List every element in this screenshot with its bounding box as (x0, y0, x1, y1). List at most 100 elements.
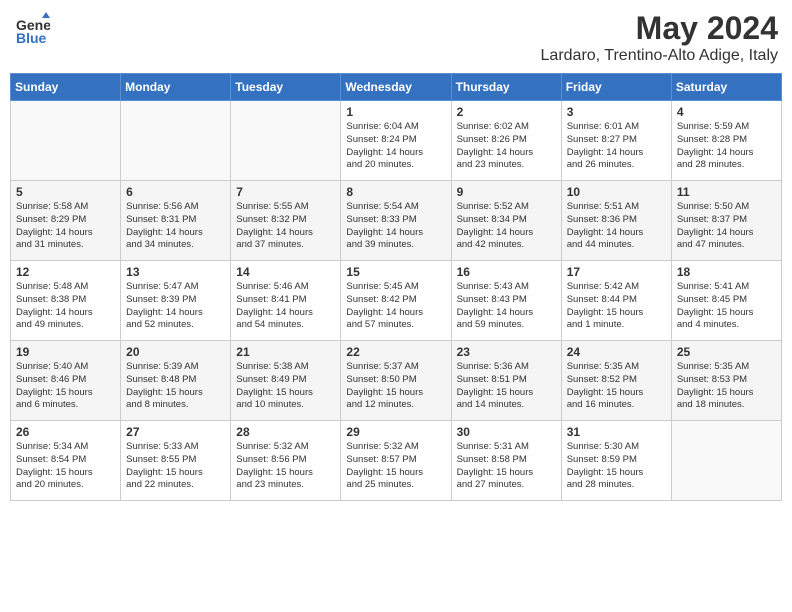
calendar-cell: 6Sunrise: 5:56 AM Sunset: 8:31 PM Daylig… (121, 181, 231, 261)
calendar-cell: 15 Sunrise: 5:45 AM Sunset: 8:42 PM Dayli… (341, 261, 451, 341)
calendar-table: SundayMondayTuesdayWednesdayThursdayFrid… (10, 73, 782, 501)
calendar-cell: 28 Sunrise: 5:32 AM Sunset: 8:56 PM Dayli… (231, 421, 341, 501)
day-number: 8 (346, 185, 445, 199)
weekday-header: Friday (561, 74, 671, 101)
cell-content: Sunrise: 6:01 AM Sunset: 8:27 PM Dayligh… (567, 121, 666, 172)
cell-content: Sunrise: 5:40 AM Sunset: 8:46 PM Dayligh… (16, 361, 115, 412)
calendar-cell: 10 Sunrise: 5:51 AM Sunset: 8:36 PM Dayli… (561, 181, 671, 261)
calendar-cell: 17 Sunrise: 5:42 AM Sunset: 8:44 PM Dayli… (561, 261, 671, 341)
day-number: 12 (16, 265, 115, 279)
calendar-cell: 20 Sunrise: 5:39 AM Sunset: 8:48 PM Dayli… (121, 341, 231, 421)
svg-text:Blue: Blue (16, 30, 47, 46)
cell-content: Sunrise: 5:32 AM Sunset: 8:57 PM Dayligh… (346, 441, 445, 492)
cell-content: Sunrise: 5:58 AM Sunset: 8:29 PM Dayligh… (16, 201, 115, 252)
cell-content: Sunrise: 5:54 AM Sunset: 8:33 PM Dayligh… (346, 201, 445, 252)
day-number: 2 (457, 105, 556, 119)
cell-content: Sunrise: 6:04 AM Sunset: 8:24 PM Dayligh… (346, 121, 445, 172)
location-title: Lardaro, Trentino-Alto Adige, Italy (541, 47, 778, 65)
day-number: 1 (346, 105, 445, 119)
calendar-cell: 25 Sunrise: 5:35 AM Sunset: 8:53 PM Dayli… (671, 341, 781, 421)
calendar-cell (671, 421, 781, 501)
cell-content: Sunrise: 5:36 AM Sunset: 8:51 PM Dayligh… (457, 361, 556, 412)
day-number: 18 (677, 265, 776, 279)
cell-content: Sunrise: 5:45 AM Sunset: 8:42 PM Dayligh… (346, 281, 445, 332)
day-number: 31 (567, 425, 666, 439)
calendar-cell: 29 Sunrise: 5:32 AM Sunset: 8:57 PM Dayli… (341, 421, 451, 501)
day-number: 23 (457, 345, 556, 359)
cell-content: Sunrise: 5:47 AM Sunset: 8:39 PM Dayligh… (126, 281, 225, 332)
day-number: 19 (16, 345, 115, 359)
calendar-cell: 8 Sunrise: 5:54 AM Sunset: 8:33 PM Daylig… (341, 181, 451, 261)
cell-content: Sunrise: 5:32 AM Sunset: 8:56 PM Dayligh… (236, 441, 335, 492)
day-number: 14 (236, 265, 335, 279)
weekday-header: Thursday (451, 74, 561, 101)
calendar-cell: 27Sunrise: 5:33 AM Sunset: 8:55 PM Dayli… (121, 421, 231, 501)
calendar-cell: 2 Sunrise: 6:02 AM Sunset: 8:26 PM Daylig… (451, 101, 561, 181)
calendar-cell: 31 Sunrise: 5:30 AM Sunset: 8:59 PM Dayli… (561, 421, 671, 501)
cell-content: Sunrise: 5:51 AM Sunset: 8:36 PM Dayligh… (567, 201, 666, 252)
weekday-header: Sunday (11, 74, 121, 101)
calendar-week-row: 5Sunrise: 5:58 AM Sunset: 8:29 PM Daylig… (11, 181, 782, 261)
day-number: 22 (346, 345, 445, 359)
cell-content: Sunrise: 5:52 AM Sunset: 8:34 PM Dayligh… (457, 201, 556, 252)
day-number: 27 (126, 425, 225, 439)
calendar-cell: 1 Sunrise: 6:04 AM Sunset: 8:24 PM Daylig… (341, 101, 451, 181)
calendar-week-row: 26Sunrise: 5:34 AM Sunset: 8:54 PM Dayli… (11, 421, 782, 501)
calendar-cell: 13 Sunrise: 5:47 AM Sunset: 8:39 PM Dayli… (121, 261, 231, 341)
calendar-cell: 24Sunrise: 5:35 AM Sunset: 8:52 PM Dayli… (561, 341, 671, 421)
logo-icon: General Blue (14, 10, 50, 46)
day-number: 16 (457, 265, 556, 279)
weekday-header: Wednesday (341, 74, 451, 101)
calendar-cell: 18 Sunrise: 5:41 AM Sunset: 8:45 PM Dayli… (671, 261, 781, 341)
calendar-cell: 12 Sunrise: 5:48 AM Sunset: 8:38 PM Dayli… (11, 261, 121, 341)
weekday-header: Tuesday (231, 74, 341, 101)
calendar-cell (121, 101, 231, 181)
cell-content: Sunrise: 5:41 AM Sunset: 8:45 PM Dayligh… (677, 281, 776, 332)
cell-content: Sunrise: 5:55 AM Sunset: 8:32 PM Dayligh… (236, 201, 335, 252)
cell-content: Sunrise: 5:50 AM Sunset: 8:37 PM Dayligh… (677, 201, 776, 252)
cell-content: Sunrise: 5:43 AM Sunset: 8:43 PM Dayligh… (457, 281, 556, 332)
day-number: 11 (677, 185, 776, 199)
calendar-cell: 26Sunrise: 5:34 AM Sunset: 8:54 PM Dayli… (11, 421, 121, 501)
day-number: 13 (126, 265, 225, 279)
calendar-cell: 9 Sunrise: 5:52 AM Sunset: 8:34 PM Daylig… (451, 181, 561, 261)
cell-content: Sunrise: 5:30 AM Sunset: 8:59 PM Dayligh… (567, 441, 666, 492)
calendar-cell (231, 101, 341, 181)
day-number: 9 (457, 185, 556, 199)
day-number: 15 (346, 265, 445, 279)
day-number: 25 (677, 345, 776, 359)
calendar-week-row: 1 Sunrise: 6:04 AM Sunset: 8:24 PM Daylig… (11, 101, 782, 181)
calendar-cell: 14 Sunrise: 5:46 AM Sunset: 8:41 PM Dayli… (231, 261, 341, 341)
calendar-week-row: 12 Sunrise: 5:48 AM Sunset: 8:38 PM Dayli… (11, 261, 782, 341)
cell-content: Sunrise: 5:34 AM Sunset: 8:54 PM Dayligh… (16, 441, 115, 492)
title-block: May 2024 Lardaro, Trentino-Alto Adige, I… (541, 10, 778, 65)
calendar-cell: 22 Sunrise: 5:37 AM Sunset: 8:50 PM Dayli… (341, 341, 451, 421)
day-number: 4 (677, 105, 776, 119)
day-number: 10 (567, 185, 666, 199)
cell-content: Sunrise: 5:48 AM Sunset: 8:38 PM Dayligh… (16, 281, 115, 332)
day-number: 7 (236, 185, 335, 199)
logo: General Blue (14, 10, 52, 46)
day-number: 3 (567, 105, 666, 119)
day-number: 30 (457, 425, 556, 439)
day-number: 21 (236, 345, 335, 359)
cell-content: Sunrise: 6:02 AM Sunset: 8:26 PM Dayligh… (457, 121, 556, 172)
cell-content: Sunrise: 5:46 AM Sunset: 8:41 PM Dayligh… (236, 281, 335, 332)
cell-content: Sunrise: 5:39 AM Sunset: 8:48 PM Dayligh… (126, 361, 225, 412)
calendar-cell: 7 Sunrise: 5:55 AM Sunset: 8:32 PM Daylig… (231, 181, 341, 261)
calendar-cell: 16 Sunrise: 5:43 AM Sunset: 8:43 PM Dayli… (451, 261, 561, 341)
calendar-cell: 5Sunrise: 5:58 AM Sunset: 8:29 PM Daylig… (11, 181, 121, 261)
weekday-header: Saturday (671, 74, 781, 101)
cell-content: Sunrise: 5:35 AM Sunset: 8:53 PM Dayligh… (677, 361, 776, 412)
calendar-week-row: 19 Sunrise: 5:40 AM Sunset: 8:46 PM Dayli… (11, 341, 782, 421)
day-number: 17 (567, 265, 666, 279)
calendar-cell: 21Sunrise: 5:38 AM Sunset: 8:49 PM Dayli… (231, 341, 341, 421)
day-number: 28 (236, 425, 335, 439)
day-number: 20 (126, 345, 225, 359)
cell-content: Sunrise: 5:42 AM Sunset: 8:44 PM Dayligh… (567, 281, 666, 332)
calendar-cell (11, 101, 121, 181)
page-header: General Blue May 2024 Lardaro, Trentino-… (10, 10, 782, 65)
day-number: 29 (346, 425, 445, 439)
cell-content: Sunrise: 5:37 AM Sunset: 8:50 PM Dayligh… (346, 361, 445, 412)
month-title: May 2024 (541, 10, 778, 47)
